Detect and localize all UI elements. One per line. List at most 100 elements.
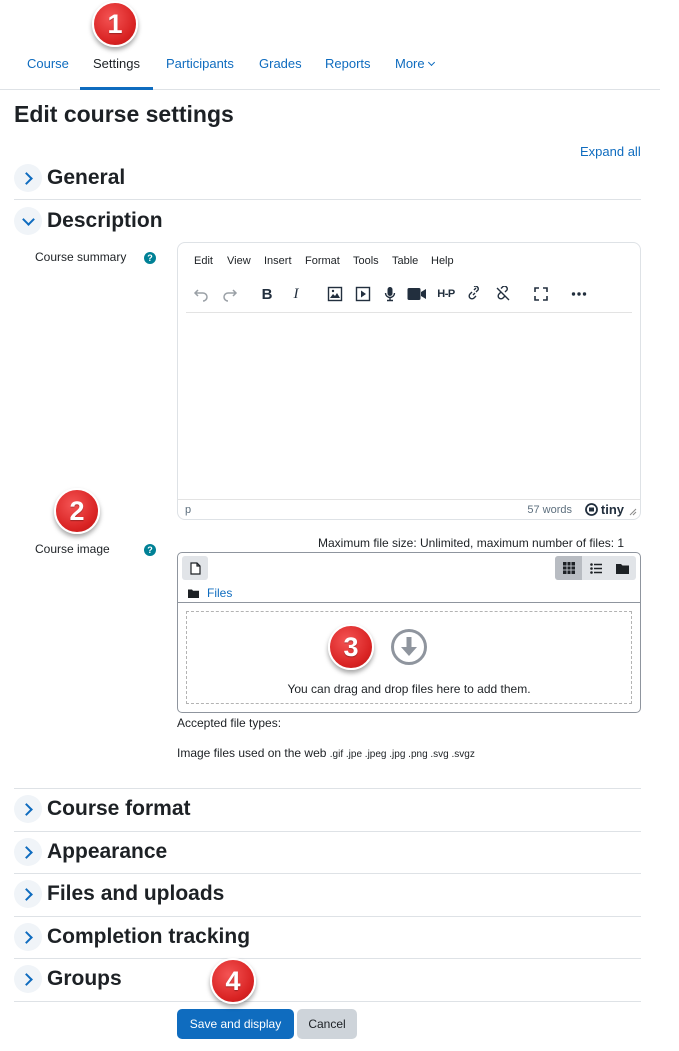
section-divider <box>14 873 641 874</box>
word-count[interactable]: 57 words <box>527 504 572 516</box>
section-divider <box>14 788 641 789</box>
menu-format[interactable]: Format <box>305 255 340 267</box>
section-appearance-title[interactable]: Appearance <box>47 840 167 864</box>
tiny-logo-icon <box>584 503 598 516</box>
section-completion-tracking: Completion tracking <box>14 919 641 961</box>
menu-help[interactable]: Help <box>431 255 454 267</box>
section-files-uploads: Files and uploads <box>14 876 641 918</box>
grid-view-icon[interactable] <box>555 556 582 580</box>
step-badge-4: 4 <box>210 958 256 1004</box>
media-icon[interactable] <box>352 285 374 303</box>
unlink-icon[interactable] <box>492 285 514 303</box>
section-divider <box>14 916 641 917</box>
tab-more[interactable]: More <box>395 56 435 90</box>
section-divider <box>14 958 641 959</box>
tiny-logo[interactable]: tiny <box>584 502 624 517</box>
menu-table[interactable]: Table <box>392 255 418 267</box>
step-badge-1: 1 <box>92 1 138 47</box>
section-course-format-title[interactable]: Course format <box>47 797 191 821</box>
cancel-button[interactable]: Cancel <box>297 1009 357 1039</box>
chevron-right-icon[interactable] <box>14 164 42 192</box>
tiny-logo-text: tiny <box>600 502 624 517</box>
section-divider <box>14 1001 641 1002</box>
link-icon[interactable] <box>463 285 485 303</box>
file-icon <box>189 561 201 575</box>
chevron-right-icon[interactable] <box>14 838 42 866</box>
view-switcher <box>555 556 636 580</box>
more-icon[interactable] <box>568 285 590 303</box>
accepted-types-description: Image files used on the web <box>177 746 327 760</box>
page-title: Edit course settings <box>14 101 234 127</box>
course-summary-label: Course summary <box>35 250 127 264</box>
tab-more-label: More <box>395 56 425 71</box>
section-description: Description <box>14 203 641 245</box>
section-appearance: Appearance <box>14 834 641 876</box>
section-groups-title[interactable]: Groups <box>47 967 122 991</box>
tab-settings[interactable]: Settings <box>80 56 153 90</box>
tab-participants[interactable]: Participants <box>166 56 234 90</box>
step-badge-3: 3 <box>328 624 374 670</box>
help-icon[interactable]: ? <box>144 252 156 264</box>
max-file-size-text: Maximum file size: Unlimited, maximum nu… <box>318 536 625 550</box>
menu-edit[interactable]: Edit <box>194 255 213 267</box>
section-groups: Groups <box>14 961 641 1003</box>
section-completion-tracking-title[interactable]: Completion tracking <box>47 925 250 949</box>
chevron-right-icon[interactable] <box>14 923 42 951</box>
redo-icon[interactable] <box>219 285 241 303</box>
breadcrumb-files[interactable]: Files <box>207 586 232 600</box>
chevron-down-icon[interactable] <box>14 207 42 235</box>
section-description-title[interactable]: Description <box>47 209 163 233</box>
toolbar-divider <box>186 312 632 313</box>
save-and-display-button[interactable]: Save and display <box>177 1009 294 1039</box>
editor-content-area[interactable] <box>178 315 640 499</box>
bold-icon[interactable]: B <box>256 285 278 303</box>
tab-course-label: Course <box>27 56 69 71</box>
chevron-right-icon[interactable] <box>14 795 42 823</box>
section-divider <box>14 831 641 832</box>
element-path[interactable]: p <box>185 504 191 516</box>
drop-zone-text: You can drag and drop files here to add … <box>287 682 531 696</box>
folder-icon <box>188 589 199 598</box>
section-general: General <box>14 160 641 202</box>
tab-grades-label: Grades <box>259 56 302 71</box>
menu-insert[interactable]: Insert <box>264 255 292 267</box>
h5p-icon[interactable]: H-P <box>435 285 457 303</box>
course-summary-editor: Edit View Insert Format Tools Table Help… <box>177 242 641 520</box>
list-view-icon[interactable] <box>582 556 609 580</box>
tab-settings-label: Settings <box>93 56 140 71</box>
section-files-uploads-title[interactable]: Files and uploads <box>47 882 224 906</box>
editor-statusbar: p 57 words tiny <box>178 499 640 519</box>
accepted-types-extensions: .gif .jpe .jpeg .jpg .png .svg .svgz <box>329 749 475 760</box>
file-manager-divider <box>178 602 640 603</box>
editor-menubar: Edit View Insert Format Tools Table Help <box>178 255 640 271</box>
resize-handle-icon[interactable] <box>629 508 637 516</box>
menu-view[interactable]: View <box>227 255 251 267</box>
add-file-button[interactable] <box>182 556 208 580</box>
undo-icon[interactable] <box>190 285 212 303</box>
help-icon[interactable]: ? <box>144 544 156 556</box>
tab-course[interactable]: Course <box>27 56 69 90</box>
fullscreen-icon[interactable] <box>530 285 552 303</box>
image-icon[interactable] <box>324 285 346 303</box>
drop-zone[interactable]: You can drag and drop files here to add … <box>186 611 632 704</box>
accepted-file-types-label: Accepted file types: <box>177 716 282 730</box>
tab-grades[interactable]: Grades <box>259 56 302 90</box>
microphone-icon[interactable] <box>379 285 401 303</box>
chevron-right-icon[interactable] <box>14 965 42 993</box>
file-manager: Files You can drag and drop files here t… <box>177 552 641 713</box>
menu-tools[interactable]: Tools <box>353 255 379 267</box>
tab-reports[interactable]: Reports <box>325 56 371 90</box>
chevron-right-icon[interactable] <box>14 880 42 908</box>
video-camera-icon[interactable] <box>406 285 428 303</box>
tree-view-icon[interactable] <box>609 556 636 580</box>
section-general-title[interactable]: General <box>47 166 125 190</box>
step-badge-2: 2 <box>54 488 100 534</box>
tab-reports-label: Reports <box>325 56 371 71</box>
italic-icon[interactable]: I <box>285 285 307 303</box>
breadcrumb[interactable]: Files <box>188 586 232 600</box>
download-arrow-icon <box>391 629 427 665</box>
course-image-label: Course image <box>35 542 110 556</box>
expand-all-link[interactable]: Expand all <box>580 144 641 159</box>
accepted-file-types: Image files used on the web .gif .jpe .j… <box>177 746 475 760</box>
section-divider <box>14 199 641 200</box>
